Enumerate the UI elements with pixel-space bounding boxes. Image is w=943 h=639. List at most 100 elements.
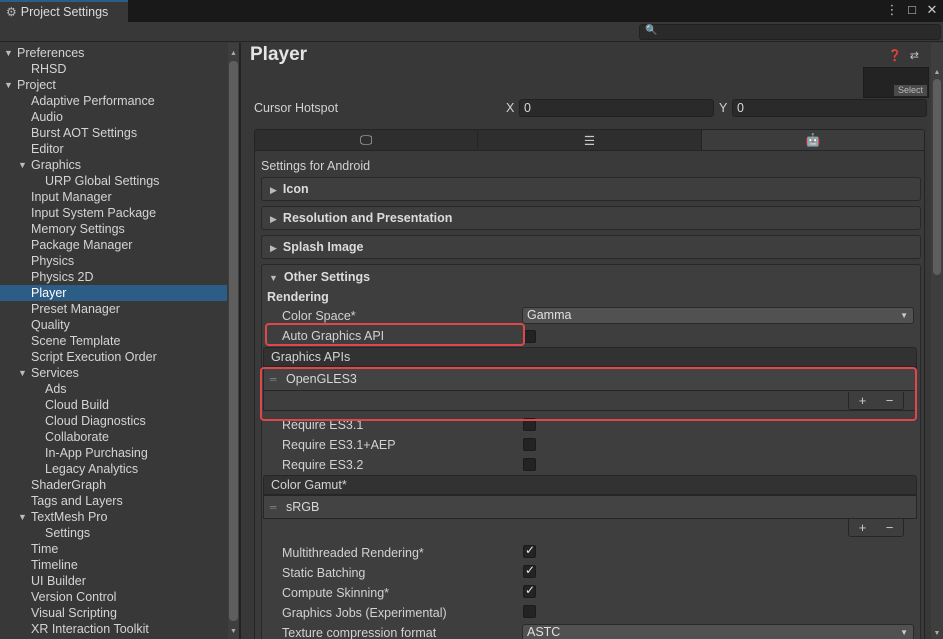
require-es32-checkbox[interactable] <box>523 458 536 471</box>
more-options-icon[interactable]: ⋮ <box>885 2 899 18</box>
sidebar-item-timeline[interactable]: Timeline <box>0 557 227 573</box>
sidebar-item-input-system-package[interactable]: Input System Package <box>0 205 227 221</box>
foldout-resolution[interactable]: ▶ Resolution and Presentation <box>261 206 921 230</box>
sidebar-item-cloud-build[interactable]: Cloud Build <box>0 397 227 413</box>
tab-standalone[interactable]: 🖵 <box>255 130 479 150</box>
sidebar-item-shadergraph[interactable]: ShaderGraph <box>0 477 227 493</box>
sidebar-item-label: RHSD <box>31 62 67 76</box>
sidebar-item-label: Package Manager <box>31 238 133 252</box>
sidebar-item-legacy-analytics[interactable]: Legacy Analytics <box>0 461 227 477</box>
expand-arrow-icon[interactable]: ▼ <box>4 77 13 93</box>
static-batching-label: Static Batching <box>282 566 366 580</box>
cursor-texture-preview[interactable]: Select <box>863 67 929 98</box>
sidebar-item-input-manager[interactable]: Input Manager <box>0 189 227 205</box>
remove-icon[interactable]: − <box>886 393 894 408</box>
sidebar-scrollbar[interactable]: ▲ ▼ <box>228 43 239 639</box>
other-settings-header[interactable]: ▼ Other Settings <box>269 270 370 284</box>
scroll-down-icon[interactable]: ▼ <box>931 630 943 637</box>
main-scrollbar[interactable]: ▲ ▼ <box>931 43 943 639</box>
sidebar-item-services[interactable]: ▼ Services <box>0 365 227 381</box>
sidebar-item-label: Timeline <box>31 558 78 572</box>
multithreaded-rendering-checkbox[interactable] <box>523 543 536 558</box>
expand-arrow-icon[interactable]: ▼ <box>18 509 27 525</box>
static-batching-checkbox[interactable] <box>523 563 536 578</box>
close-icon[interactable]: ✕ <box>925 2 939 18</box>
sidebar-item-memory-settings[interactable]: Memory Settings <box>0 221 227 237</box>
scroll-up-icon[interactable]: ▲ <box>228 49 239 59</box>
sidebar-item-quality[interactable]: Quality <box>0 317 227 333</box>
sidebar-item-textmesh-pro[interactable]: ▼ TextMesh Pro <box>0 509 227 525</box>
texture-compression-label: Texture compression format <box>282 626 437 639</box>
sidebar-item-editor[interactable]: Editor <box>0 141 227 157</box>
sidebar-item-label: Collaborate <box>45 430 109 444</box>
sidebar-item-audio[interactable]: Audio <box>0 109 227 125</box>
tab-server[interactable]: ☰ <box>478 130 702 150</box>
sidebar-item-visual-scripting[interactable]: Visual Scripting <box>0 605 227 621</box>
require-es31-checkbox[interactable] <box>523 418 536 431</box>
sidebar-item-ads[interactable]: Ads <box>0 381 227 397</box>
compute-skinning-checkbox[interactable] <box>523 583 536 598</box>
sidebar-item-package-manager[interactable]: Package Manager <box>0 237 227 253</box>
sidebar-item-version-control[interactable]: Version Control <box>0 589 227 605</box>
expand-arrow-icon[interactable]: ▼ <box>4 45 13 61</box>
sidebar-scroll-thumb[interactable] <box>229 61 238 621</box>
sidebar-item-rhsd[interactable]: RHSD <box>0 61 227 77</box>
color-gamut-header: Color Gamut* <box>263 475 917 495</box>
sidebar-item-physics[interactable]: Physics <box>0 253 227 269</box>
sidebar-item-in-app-purchasing[interactable]: In-App Purchasing <box>0 445 227 461</box>
sidebar-item-tags-and-layers[interactable]: Tags and Layers <box>0 493 227 509</box>
sidebar-item-label: Preset Manager <box>31 302 120 316</box>
drag-handle-icon[interactable]: ═ <box>270 368 276 390</box>
select-button[interactable]: Select <box>893 85 927 96</box>
sidebar-item-ui-builder[interactable]: UI Builder <box>0 573 227 589</box>
require-es31-label: Require ES3.1 <box>282 418 364 432</box>
scroll-up-icon[interactable]: ▲ <box>931 69 943 76</box>
sidebar-item-cloud-diagnostics[interactable]: Cloud Diagnostics <box>0 413 227 429</box>
sidebar-item-burst-aot-settings[interactable]: Burst AOT Settings <box>0 125 227 141</box>
sidebar-item-label: Legacy Analytics <box>45 462 139 476</box>
sidebar-item-preferences[interactable]: ▼ Preferences <box>0 45 227 61</box>
remove-icon[interactable]: − <box>886 520 894 535</box>
window-tab[interactable]: ⚙ Project Settings <box>0 0 128 22</box>
add-icon[interactable]: + <box>859 520 867 535</box>
sidebar-item-script-execution-order[interactable]: Script Execution Order <box>0 349 227 365</box>
add-icon[interactable]: + <box>859 393 867 408</box>
preset-icon[interactable]: ⇄ <box>910 49 919 62</box>
sidebar-item-time[interactable]: Time <box>0 541 227 557</box>
tab-android[interactable]: 🤖 <box>701 130 924 150</box>
expand-arrow-icon: ▶ <box>270 243 277 253</box>
sidebar-item-label: Quality <box>31 318 70 332</box>
hotspot-y-field[interactable]: 0 <box>732 99 927 117</box>
color-space-dropdown[interactable]: Gamma ▼ <box>522 307 914 324</box>
sidebar-item-graphics[interactable]: ▼ Graphics <box>0 157 227 173</box>
texture-compression-dropdown[interactable]: ASTC ▼ <box>522 624 914 639</box>
sidebar-item-xr-interaction-toolkit[interactable]: XR Interaction Toolkit <box>0 621 227 637</box>
scroll-down-icon[interactable]: ▼ <box>228 627 239 637</box>
expand-arrow-icon[interactable]: ▼ <box>18 157 27 173</box>
sidebar-item-player[interactable]: Player <box>0 285 227 301</box>
search-input[interactable]: 🔍 <box>639 24 941 40</box>
sidebar-item-settings[interactable]: Settings <box>0 525 227 541</box>
sidebar-item-urp-global-settings[interactable]: URP Global Settings <box>0 173 227 189</box>
sidebar-item-collaborate[interactable]: Collaborate <box>0 429 227 445</box>
graphics-jobs-checkbox[interactable] <box>523 605 536 618</box>
help-icon[interactable]: ❓ <box>888 49 902 62</box>
expand-arrow-icon[interactable]: ▼ <box>18 365 27 381</box>
sidebar-item-scene-template[interactable]: Scene Template <box>0 333 227 349</box>
auto-graphics-api-checkbox[interactable] <box>523 330 536 343</box>
foldout-splash[interactable]: ▶ Splash Image <box>261 235 921 259</box>
color-gamut-item[interactable]: ═ sRGB <box>263 495 917 519</box>
hotspot-x-field[interactable]: 0 <box>519 99 714 117</box>
sidebar-item-physics-2d[interactable]: Physics 2D <box>0 269 227 285</box>
require-es31-aep-checkbox[interactable] <box>523 438 536 451</box>
sidebar-item-project[interactable]: ▼ Project <box>0 77 227 93</box>
graphics-api-item[interactable]: ═ OpenGLES3 <box>263 367 917 391</box>
sidebar-item-preset-manager[interactable]: Preset Manager <box>0 301 227 317</box>
dropdown-arrow-icon: ▼ <box>900 628 908 637</box>
sidebar-item-adaptive-performance[interactable]: Adaptive Performance <box>0 93 227 109</box>
drag-handle-icon[interactable]: ═ <box>270 496 276 518</box>
main-scroll-thumb[interactable] <box>933 79 941 275</box>
maximize-icon[interactable]: □ <box>905 2 919 18</box>
settings-for-label: Settings for Android <box>261 159 371 173</box>
foldout-icon-section[interactable]: ▶ Icon <box>261 177 921 201</box>
